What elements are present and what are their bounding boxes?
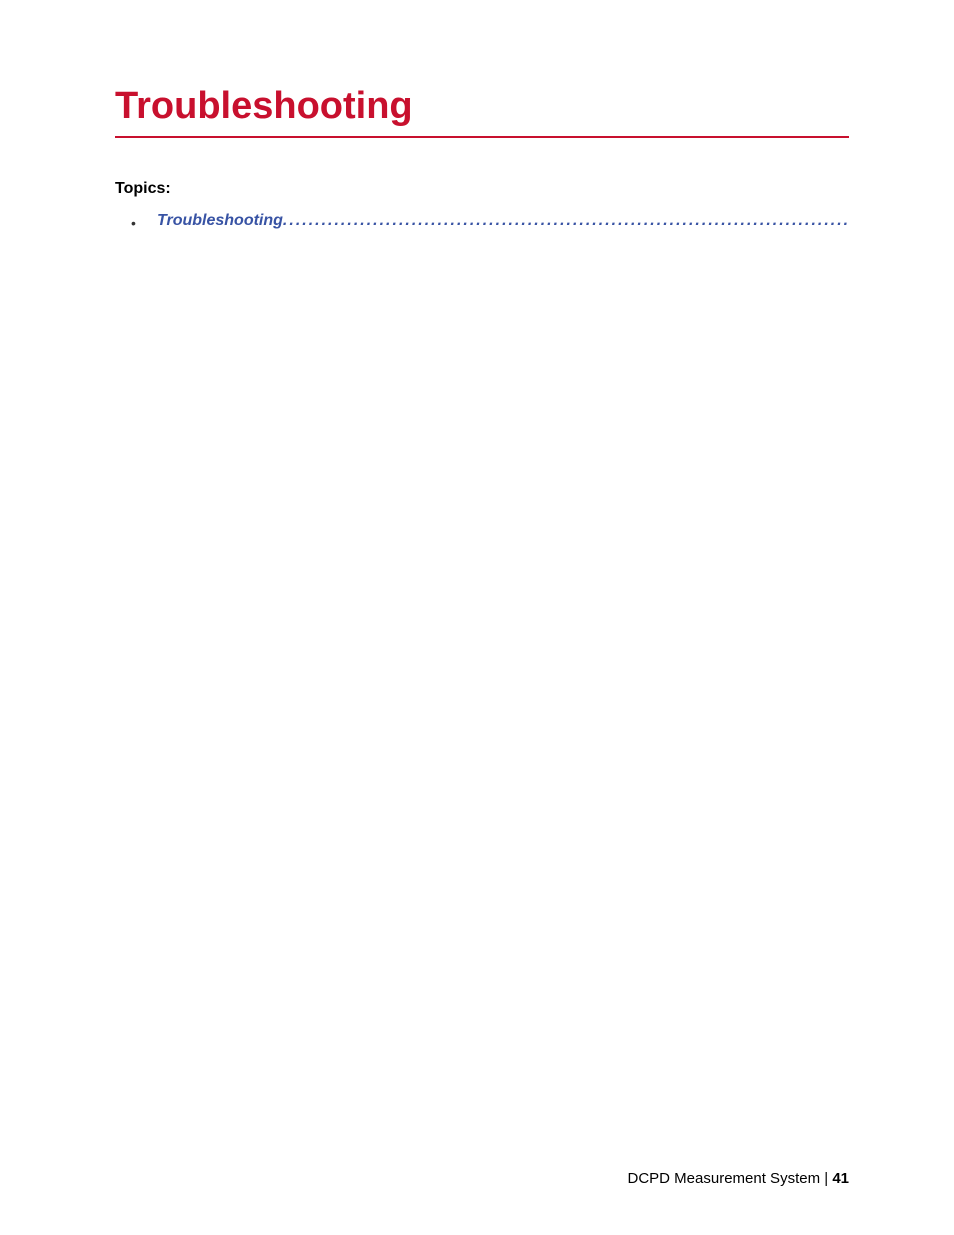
bullet-icon: • — [131, 215, 136, 230]
footer-page-number: 41 — [832, 1170, 849, 1187]
toc-link-troubleshooting[interactable]: Troubleshooting — [157, 212, 283, 229]
footer-document-title: DCPD Measurement System — [628, 1170, 821, 1187]
toc-entry: • Troubleshooting.......................… — [115, 212, 849, 230]
page-footer: DCPD Measurement System | 41 — [628, 1170, 849, 1187]
document-page: Troubleshooting Topics: • Troubleshootin… — [0, 0, 954, 1235]
table-of-contents: • Troubleshooting.......................… — [115, 212, 849, 230]
footer-separator: | — [820, 1170, 832, 1187]
chapter-title: Troubleshooting — [115, 85, 849, 138]
toc-leader-dots: ........................................… — [283, 212, 849, 229]
topics-heading: Topics: — [115, 180, 849, 198]
